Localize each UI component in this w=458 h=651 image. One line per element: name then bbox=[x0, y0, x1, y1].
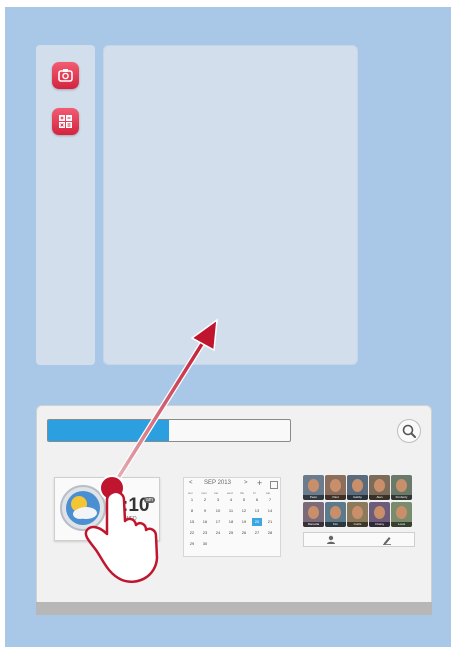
calendar-view-icon[interactable] bbox=[270, 481, 278, 489]
contact-name: Paul bbox=[325, 495, 346, 500]
calculator-icon bbox=[59, 115, 72, 128]
contacts-toolbar bbox=[303, 532, 415, 547]
calendar-day[interactable]: 15 bbox=[187, 518, 197, 526]
contact-tile[interactable]: Gabby bbox=[347, 475, 368, 500]
contact-tile[interactable]: Peter bbox=[303, 475, 324, 500]
contact-name: Peter bbox=[303, 495, 324, 500]
progress-fill bbox=[48, 420, 169, 441]
calendar-weekday: tue bbox=[214, 491, 219, 495]
calculator-app-button[interactable] bbox=[52, 108, 79, 135]
contact-name: Gabby bbox=[347, 495, 368, 500]
calendar-day[interactable]: 22 bbox=[187, 529, 197, 537]
contact-avatar bbox=[308, 506, 319, 519]
contact-avatar bbox=[374, 479, 385, 492]
calendar-prev-button[interactable]: < bbox=[189, 480, 193, 486]
contact-avatar bbox=[308, 479, 319, 492]
calendar-day[interactable]: 30 bbox=[200, 540, 210, 548]
weather-ampm-badge: am bbox=[144, 497, 155, 503]
contact-tile[interactable]: Chelsy bbox=[369, 502, 390, 527]
contact-avatar bbox=[352, 479, 363, 492]
calendar-day[interactable]: 29 bbox=[187, 540, 197, 548]
calendar-day[interactable]: 23 bbox=[200, 529, 210, 537]
calendar-day[interactable]: 21 bbox=[265, 518, 275, 526]
contact-tile[interactable]: Louis bbox=[391, 502, 412, 527]
calendar-day[interactable]: 6 bbox=[252, 496, 262, 504]
calendar-weekday: fri bbox=[253, 491, 256, 495]
calendar-next-button[interactable]: > bbox=[244, 480, 248, 486]
home-screen-panel[interactable] bbox=[103, 45, 358, 365]
calendar-day[interactable]: 12 bbox=[239, 507, 249, 515]
calendar-header: < SEP 2013 > + bbox=[184, 478, 280, 489]
contact-avatar bbox=[330, 506, 341, 519]
calendar-day[interactable]: 18 bbox=[226, 518, 236, 526]
contact-tile[interactable]: Curtis bbox=[347, 502, 368, 527]
calendar-day[interactable]: 4 bbox=[226, 496, 236, 504]
calendar-weekday: sat bbox=[266, 491, 271, 495]
calendar-day[interactable]: 3 bbox=[213, 496, 223, 504]
contact-name: Alan bbox=[369, 495, 390, 500]
calendar-day[interactable]: 13 bbox=[252, 507, 262, 515]
calendar-weekday: mon bbox=[201, 491, 207, 495]
search-button[interactable] bbox=[397, 419, 421, 443]
contact-name: Curtis bbox=[347, 522, 368, 527]
calendar-add-button[interactable]: + bbox=[257, 478, 262, 488]
calendar-day[interactable]: 11 bbox=[226, 507, 236, 515]
weather-day: WED bbox=[125, 516, 137, 522]
calendar-day[interactable]: 7 bbox=[265, 496, 275, 504]
contact-tile[interactable]: Kim bbox=[325, 502, 346, 527]
contact-name: Louis bbox=[391, 522, 412, 527]
calendar-day[interactable]: 25 bbox=[226, 529, 236, 537]
contact-name: Kimberly bbox=[391, 495, 412, 500]
camera-icon bbox=[58, 69, 73, 82]
edit-icon[interactable] bbox=[383, 537, 391, 545]
calendar-day[interactable]: 9 bbox=[200, 507, 210, 515]
contact-avatar bbox=[396, 479, 407, 492]
calendar-day[interactable]: 1 bbox=[187, 496, 197, 504]
calendar-day[interactable]: 27 bbox=[252, 529, 262, 537]
calendar-day[interactable]: 14 bbox=[265, 507, 275, 515]
calendar-day[interactable]: 5 bbox=[239, 496, 249, 504]
contact-tile[interactable]: Kimberly bbox=[391, 475, 412, 500]
contact-tile[interactable]: Marcella bbox=[303, 502, 324, 527]
search-icon bbox=[402, 424, 416, 438]
widget-panel-footer bbox=[36, 602, 432, 615]
sidebar-panel bbox=[36, 45, 95, 365]
calendar-day[interactable]: 2 bbox=[200, 496, 210, 504]
contact-tile[interactable]: Paul bbox=[325, 475, 346, 500]
calendar-weekday: sun bbox=[188, 491, 193, 495]
contact-avatar bbox=[352, 506, 363, 519]
contact-name: Marcella bbox=[303, 522, 324, 527]
contact-tile[interactable]: Alan bbox=[369, 475, 390, 500]
calendar-day[interactable]: 26 bbox=[239, 529, 249, 537]
calendar-day[interactable]: 19 bbox=[239, 518, 249, 526]
calendar-day[interactable]: 28 bbox=[265, 529, 275, 537]
calendar-month-title: SEP 2013 bbox=[204, 480, 231, 486]
contact-avatar bbox=[330, 479, 341, 492]
calendar-widget[interactable]: < SEP 2013 > + sun mon tue wed thu fri sat 1 2 3 4… bbox=[183, 477, 281, 557]
calendar-weekday: thu bbox=[240, 491, 245, 495]
calendar-day[interactable]: 16 bbox=[200, 518, 210, 526]
contact-name: Kim bbox=[325, 522, 346, 527]
widget-scroll-progress bbox=[47, 419, 291, 442]
camera-app-button[interactable] bbox=[52, 62, 79, 89]
calendar-weekday: wed bbox=[227, 491, 233, 495]
contact-name: Chelsy bbox=[369, 522, 390, 527]
calendar-day[interactable]: 10 bbox=[213, 507, 223, 515]
add-contact-icon[interactable] bbox=[327, 535, 335, 544]
contact-avatar bbox=[396, 506, 407, 519]
contact-avatar bbox=[374, 506, 385, 519]
calendar-day[interactable]: 17 bbox=[213, 518, 223, 526]
calendar-day[interactable]: 8 bbox=[187, 507, 197, 515]
calendar-day[interactable]: 20 bbox=[252, 518, 262, 526]
calendar-day[interactable]: 24 bbox=[213, 529, 223, 537]
